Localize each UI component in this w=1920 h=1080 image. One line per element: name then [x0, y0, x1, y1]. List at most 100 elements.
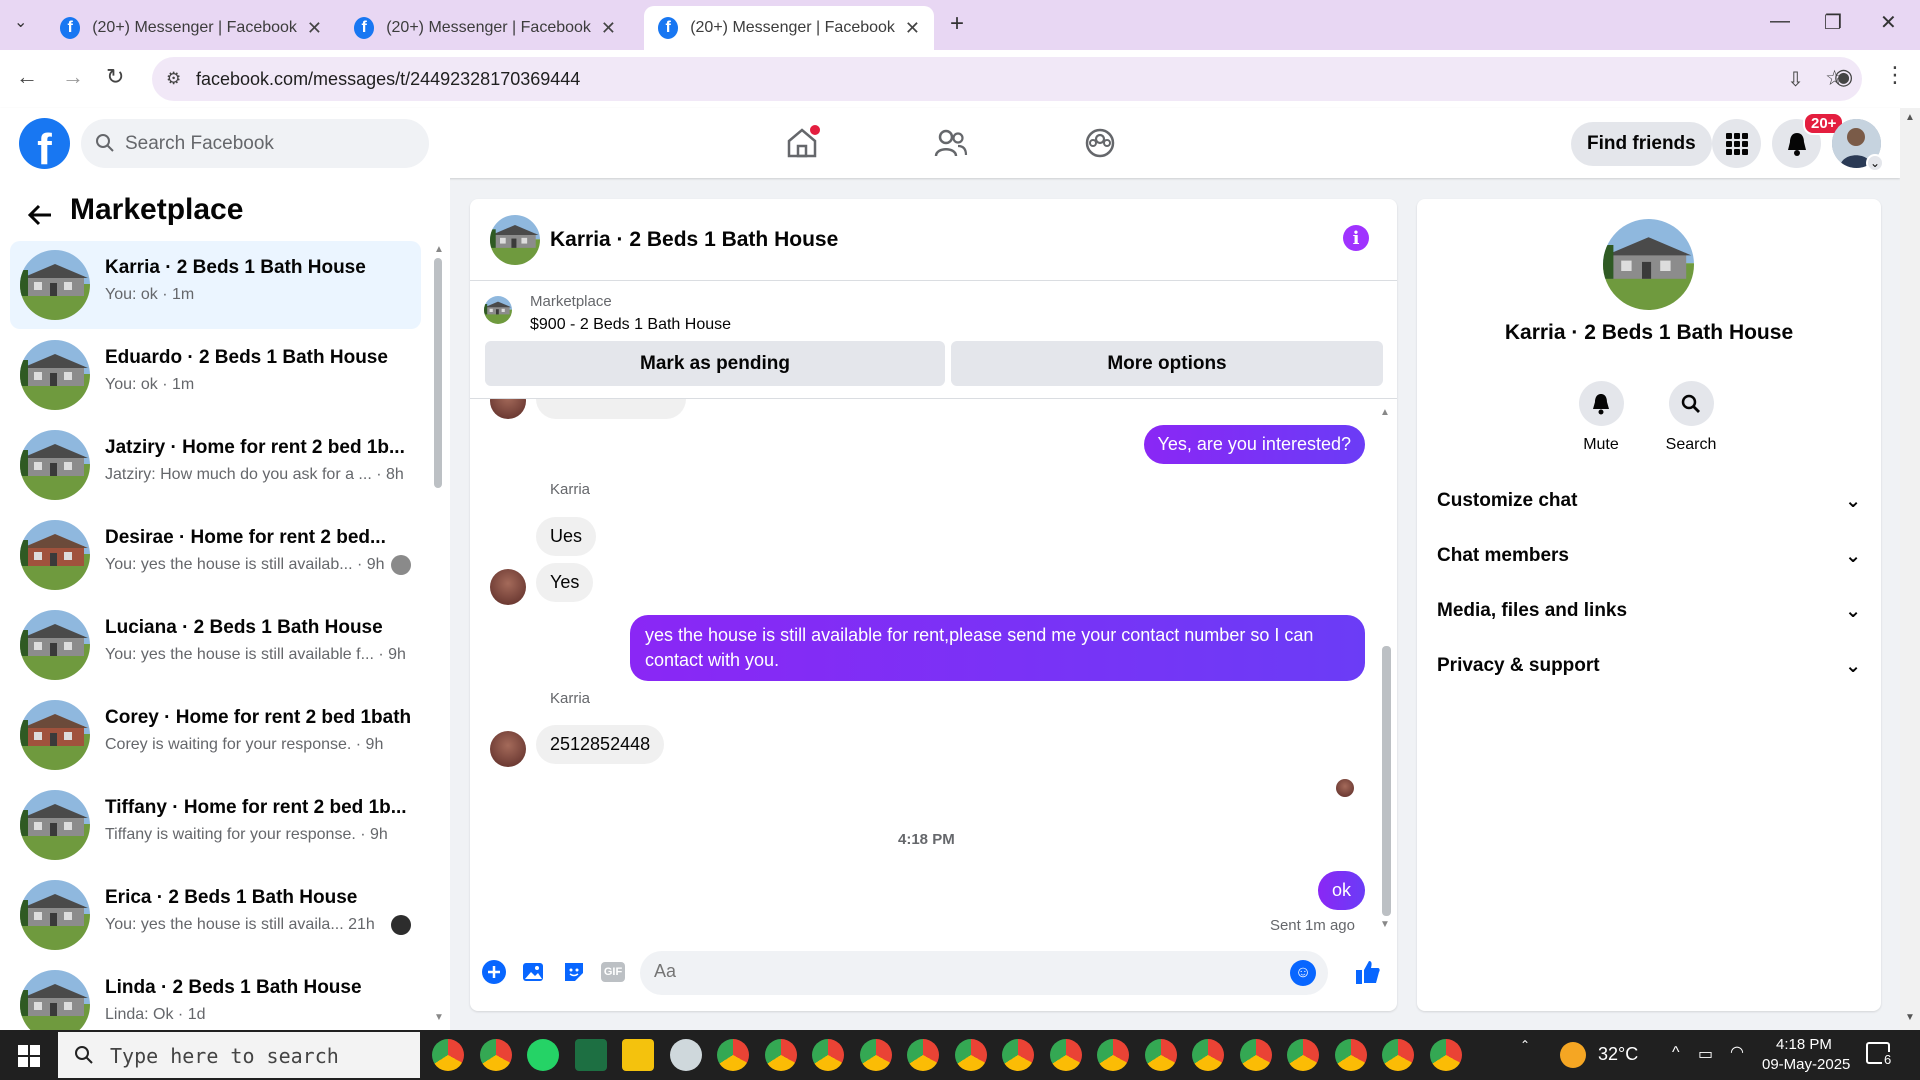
restore-icon[interactable]: ❐	[1824, 10, 1842, 35]
emoji-icon[interactable]: ☺	[1290, 960, 1316, 986]
window-close-icon[interactable]: ✕	[1880, 10, 1897, 35]
section-chat-members[interactable]: Chat members ⌄	[1437, 536, 1861, 576]
taskbar-search-box[interactable]: Type here to search	[58, 1032, 420, 1078]
groups-icon[interactable]	[1084, 127, 1116, 159]
taskbar-app-icon[interactable]	[1097, 1039, 1129, 1071]
close-icon[interactable]: ✕	[601, 18, 616, 39]
conversation-item[interactable]: Tiffany · Home for rent 2 bed 1b... Tiffa…	[10, 781, 421, 869]
conversation-item[interactable]: Erica · 2 Beds 1 Bath House You: yes the …	[10, 871, 421, 959]
conversation-item[interactable]: Corey · Home for rent 2 bed 1bath Corey i…	[10, 691, 421, 779]
facebook-logo-icon[interactable]: f	[19, 118, 70, 169]
browser-tab-3-active[interactable]: f (20+) Messenger | Facebook ✕	[644, 6, 934, 50]
system-tray-chevron-icon[interactable]: ^	[1672, 1044, 1680, 1062]
taskbar-app-icon[interactable]	[717, 1039, 749, 1071]
temperature[interactable]: 32°C	[1598, 1044, 1638, 1065]
wifi-icon[interactable]: ◠	[1730, 1042, 1744, 1062]
scroll-up-icon[interactable]: ▲	[1905, 112, 1915, 123]
scroll-up-icon[interactable]: ▲	[434, 244, 444, 255]
weather-icon[interactable]	[1560, 1042, 1586, 1068]
taskbar-app-icon[interactable]	[527, 1039, 559, 1071]
taskbar-app-icon[interactable]	[907, 1039, 939, 1071]
taskbar-app-icon[interactable]	[1334, 1039, 1367, 1071]
listing-thumbnail[interactable]	[484, 296, 512, 324]
gif-button[interactable]: GIF	[598, 958, 628, 986]
conversation-item[interactable]: Luciana · 2 Beds 1 Bath House You: yes th…	[10, 601, 421, 689]
scroll-down-icon[interactable]: ▼	[434, 1012, 444, 1023]
info-icon[interactable]: i	[1343, 225, 1369, 251]
taskbar-app-icon[interactable]	[479, 1039, 512, 1071]
mute-action[interactable]: Mute	[1556, 381, 1646, 454]
clock-time[interactable]: 4:18 PM	[1776, 1036, 1832, 1053]
taskbar-app-icon[interactable]	[1002, 1039, 1034, 1071]
sticker-button[interactable]	[560, 958, 588, 986]
conversation-item[interactable]: Desirae · Home for rent 2 bed... You: yes…	[10, 511, 421, 599]
more-options-button[interactable]: More options	[951, 341, 1383, 386]
scroll-down-icon[interactable]: ▼	[1380, 919, 1390, 930]
friends-icon[interactable]	[934, 128, 968, 160]
facebook-search-box[interactable]: Search Facebook	[81, 119, 429, 168]
taskbar-app-icon[interactable]	[812, 1039, 844, 1071]
forward-icon[interactable]: →	[62, 64, 84, 90]
sidebar-scrollbar[interactable]	[434, 258, 442, 488]
site-settings-icon[interactable]: ⚙	[166, 69, 181, 89]
chat-scrollbar[interactable]	[1382, 646, 1391, 916]
conversation-item[interactable]: Jatziry · Home for rent 2 bed 1b... Jatzi…	[10, 421, 421, 509]
page-scrollbar[interactable]: ▲ ▼	[1900, 108, 1920, 1030]
search-action[interactable]: Search	[1646, 381, 1736, 454]
add-attachment-button[interactable]	[480, 958, 508, 986]
mute-button[interactable]	[1578, 381, 1624, 426]
taskbar-app-icon[interactable]	[1239, 1039, 1272, 1071]
taskbar-app-icon[interactable]	[1192, 1039, 1224, 1071]
url-box[interactable]: ⚙ facebook.com/messages/t/24492328170369…	[152, 57, 1862, 101]
clock-date[interactable]: 09-May-2025	[1762, 1056, 1850, 1073]
section-media-files-links[interactable]: Media, files and links ⌄	[1437, 591, 1861, 631]
taskbar-scroll-icon[interactable]: ⌃	[1520, 1038, 1530, 1052]
taskbar-app-icon[interactable]	[1382, 1039, 1414, 1071]
section-privacy-support[interactable]: Privacy & support ⌄	[1437, 646, 1861, 686]
menu-grid-button[interactable]	[1712, 119, 1761, 168]
taskbar-app-icon[interactable]	[859, 1039, 892, 1071]
back-icon[interactable]: ←	[16, 64, 38, 90]
install-app-icon[interactable]: ⇩	[1787, 67, 1804, 92]
like-button[interactable]	[1354, 958, 1382, 986]
taskbar-app-icon[interactable]	[432, 1039, 464, 1071]
chat-avatar[interactable]	[490, 215, 540, 265]
taskbar-app-icon[interactable]	[622, 1039, 654, 1071]
find-friends-button[interactable]: Find friends	[1571, 122, 1712, 166]
close-icon[interactable]: ✕	[307, 18, 322, 39]
search-in-chat-button[interactable]	[1668, 381, 1714, 426]
browser-tab-2[interactable]: f (20+) Messenger | Facebook ✕	[340, 6, 630, 50]
close-icon[interactable]: ✕	[905, 18, 920, 39]
taskbar-app-icon[interactable]	[669, 1039, 702, 1071]
photo-button[interactable]	[520, 958, 548, 986]
scroll-up-icon[interactable]: ▲	[1380, 407, 1390, 418]
chat-title[interactable]: Karria · 2 Beds 1 Bath House	[550, 228, 838, 252]
taskbar-app-icon[interactable]	[1429, 1039, 1462, 1071]
taskbar-app-icon[interactable]	[1287, 1039, 1319, 1071]
account-chevron-icon[interactable]: ⌄	[1866, 154, 1884, 172]
conversation-item[interactable]: Eduardo · 2 Beds 1 Bath House You: ok · 1…	[10, 331, 421, 419]
tab-search-chevron-icon[interactable]: ⌄	[14, 12, 27, 32]
browser-menu-icon[interactable]: ⋮	[1884, 62, 1906, 88]
message-input[interactable]	[654, 961, 1254, 982]
conversation-item[interactable]: Karria · 2 Beds 1 Bath House You: ok · 1m	[10, 241, 421, 329]
back-arrow-icon[interactable]	[27, 204, 53, 226]
taskbar-app-icon[interactable]	[1049, 1039, 1082, 1071]
minimize-icon[interactable]: —	[1770, 10, 1790, 33]
new-tab-plus-icon[interactable]: +	[950, 10, 964, 38]
browser-tab-1[interactable]: f (20+) Messenger | Facebook ✕	[46, 6, 336, 50]
home-icon[interactable]	[784, 125, 820, 161]
taskbar-app-icon[interactable]	[954, 1039, 987, 1071]
conversation-avatar[interactable]	[1603, 219, 1694, 310]
section-customize-chat[interactable]: Customize chat ⌄	[1437, 481, 1861, 521]
windows-start-icon[interactable]	[18, 1045, 40, 1067]
message-input-box[interactable]: ☺	[640, 951, 1328, 995]
taskbar-app-icon[interactable]	[764, 1039, 797, 1071]
scroll-down-icon[interactable]: ▼	[1905, 1012, 1915, 1023]
profile-icon[interactable]: ◉	[1834, 64, 1853, 90]
taskbar-app-icon[interactable]	[574, 1039, 607, 1071]
taskbar-app-icon[interactable]	[1144, 1039, 1177, 1071]
reload-icon[interactable]: ↻	[106, 64, 124, 90]
mark-as-pending-button[interactable]: Mark as pending	[485, 341, 945, 386]
listing-price-title[interactable]: $900 - 2 Beds 1 Bath House	[530, 316, 731, 334]
